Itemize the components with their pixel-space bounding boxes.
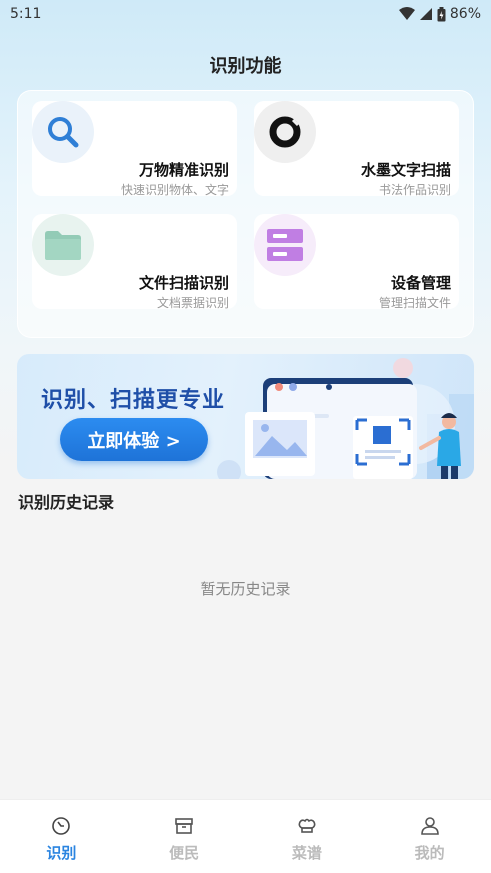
feature-panel: 万物精准识别 快速识别物体、文字 水墨文字扫描 书法作品识别 文件扫描识别 文档…: [17, 90, 474, 338]
card-subtitle: 文档票据识别: [156, 296, 229, 309]
card-icon-bg: [32, 214, 94, 276]
card-icon-bg: [32, 101, 94, 163]
chef-hat-icon: [298, 818, 316, 833]
tab-recipes[interactable]: 菜谱: [246, 800, 369, 873]
card-title: 水墨文字扫描: [360, 161, 451, 179]
server-icon: [267, 229, 303, 261]
tab-recognize[interactable]: 识别: [0, 800, 123, 873]
card-subtitle: 快速识别物体、文字: [120, 183, 229, 196]
card-title: 万物精准识别: [138, 161, 229, 179]
promo-banner[interactable]: 识别、扫描更专业 立即体验 >: [17, 354, 474, 479]
card-icon-bg: [254, 101, 316, 163]
ink-circle-icon: [269, 116, 301, 148]
battery-percent: 86%: [449, 6, 481, 22]
card-icon-bg: [254, 214, 316, 276]
tab-label: 便民: [169, 844, 200, 862]
feature-card-object-recognition[interactable]: 万物精准识别 快速识别物体、文字: [32, 101, 237, 196]
feature-card-device-management[interactable]: 设备管理 管理扫描文件: [254, 214, 459, 309]
history-title: 识别历史记录: [18, 493, 115, 512]
battery-icon: [437, 6, 446, 21]
compass-icon: [52, 817, 71, 835]
folder-icon: [45, 231, 81, 260]
bottom-tab-bar: 识别 便民 菜谱 我的: [0, 799, 491, 873]
status-bar: 5:11 86%: [0, 0, 491, 28]
card-title: 文件扫描识别: [138, 274, 229, 292]
tab-label: 识别: [46, 844, 77, 862]
signal-icon: [419, 8, 432, 20]
search-icon: [48, 117, 79, 148]
tab-convenience[interactable]: 便民: [123, 800, 246, 873]
page-title: 识别功能: [209, 56, 282, 77]
feature-card-ink-scan[interactable]: 水墨文字扫描 书法作品识别: [254, 101, 459, 196]
status-time: 5:11: [10, 6, 42, 22]
feature-card-file-scan[interactable]: 文件扫描识别 文档票据识别: [32, 214, 237, 309]
tab-label: 菜谱: [291, 844, 322, 862]
card-subtitle: 书法作品识别: [378, 183, 451, 196]
user-icon: [420, 817, 439, 835]
card-subtitle: 管理扫描文件: [378, 296, 451, 309]
card-title: 设备管理: [390, 274, 451, 292]
status-icons: 86%: [398, 6, 481, 22]
try-now-button[interactable]: 立即体验 >: [60, 418, 208, 461]
banner-title: 识别、扫描更专业: [41, 388, 226, 413]
history-empty-text: 暂无历史记录: [200, 580, 291, 598]
tab-mine[interactable]: 我的: [368, 800, 491, 873]
tab-label: 我的: [414, 844, 445, 862]
box-icon: [175, 818, 193, 834]
wifi-icon: [398, 7, 415, 20]
